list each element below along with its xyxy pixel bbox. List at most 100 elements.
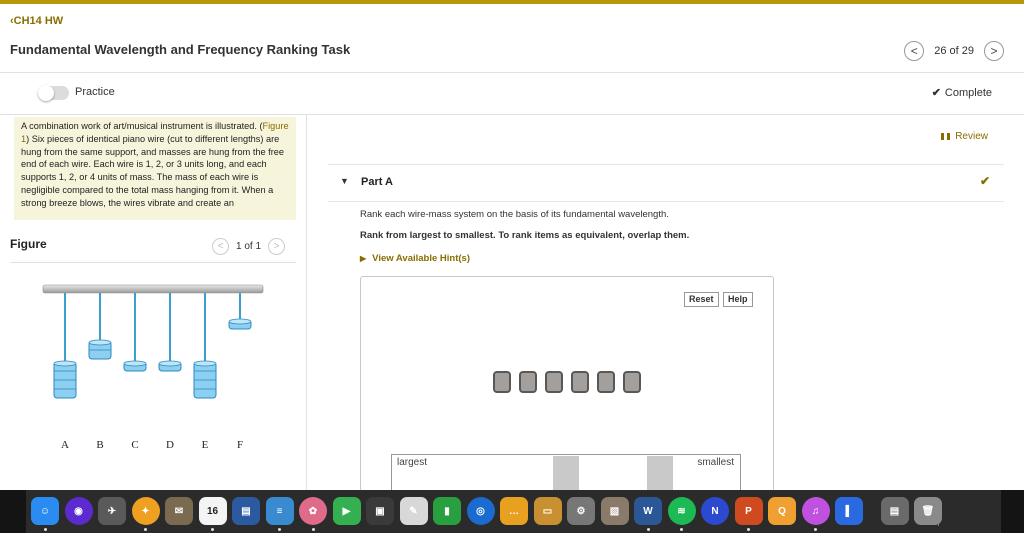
launchpad-dock-icon[interactable]: ✈ [98,497,126,525]
ranking-drop-zone[interactable]: largest smallest [391,454,741,494]
wire-label-D: D [166,439,174,451]
caret-right-icon: ▶ [360,254,367,263]
largest-label: largest [397,457,428,468]
chevron-right-icon: > [990,44,998,58]
running-indicator [211,528,214,531]
help-button[interactable]: Help [723,292,753,307]
item-position: 26 of 29 [934,45,974,57]
mass-stack-F [228,318,252,330]
keynote-dock-icon[interactable]: ▭ [533,497,562,525]
wire-label-F: F [237,439,243,451]
quicktime-dock-icon[interactable]: Q [768,497,796,525]
wire-label-B: B [96,439,103,451]
draggable-rank-tile[interactable] [493,371,511,393]
problem-intro: A combination work of art/musical instru… [14,117,296,220]
finder-dock-icon[interactable]: ☺ [31,497,59,525]
complete-label: Complete [944,87,992,99]
mail-dock-icon[interactable]: ✉ [165,497,193,525]
siri-dock-icon[interactable]: ◉ [64,497,93,525]
draggable-rank-tile[interactable] [597,371,615,393]
view-hints-link[interactable]: ▶ View Available Hint(s) [360,253,470,264]
back-to-assignment-link[interactable]: ‹CH14 HW [10,15,63,27]
chevron-left-icon: < [910,44,918,58]
complete-status: ✔ Complete [932,86,992,99]
toggle-knob [38,85,54,101]
next-figure-button[interactable]: > [268,238,286,255]
running-indicator [144,528,147,531]
running-indicator [646,528,650,531]
mass-stack-C [123,360,147,372]
back-link-label: CH14 HW [13,15,64,27]
safari-dock-icon[interactable]: ✦ [131,497,160,525]
wire-label-E: E [202,439,209,451]
photos-dock-icon[interactable]: ✿ [299,497,327,525]
review-link[interactable]: Review [941,131,988,142]
running-indicator [43,528,47,531]
draggable-rank-tile[interactable] [519,371,537,393]
macos-dock: ☺ ◉ ✈ ✦ ✉ 16 ▤ ≡ ✿ ▶ ▣ ✎ ▮ ◎… ▭ ⚙ ▧ W ≋ N P Q ♫ ▌ ▤ 🗑 [0,490,1024,533]
mass-stack-D [158,360,182,372]
top-accent-line [0,0,1024,4]
running-indicator [747,528,750,531]
wire-label-A: A [61,439,69,451]
mass-stack-B [88,339,112,360]
part-a-label: Part A [361,176,393,188]
word-dock-icon[interactable]: W [634,497,662,525]
facetime-dock-icon[interactable]: ▶ [332,497,361,525]
drop-slot[interactable] [553,456,579,494]
chevron-left-icon: < [217,241,224,252]
next-item-button[interactable]: > [984,41,1004,61]
running-indicator [680,528,683,531]
chevron-right-icon: > [273,241,280,252]
drop-slot[interactable] [647,456,673,494]
pause-icon [941,132,951,140]
noteshelf-dock-icon[interactable]: N [701,497,729,525]
draggable-rank-tile[interactable] [545,371,563,393]
powerpoint-dock-icon[interactable]: P [734,497,763,525]
running-indicator [278,528,281,531]
ranking-workspace: Reset Help largest smallest [360,276,774,494]
draggable-rank-tile[interactable] [623,371,641,393]
preview-dock-icon[interactable]: ▧ [600,497,629,525]
mass-stack-E [193,360,217,399]
notebook-dock-icon[interactable]: ▤ [232,497,260,525]
dictionary-dock-icon[interactable]: ◎ [466,497,495,525]
mode-bar-divider [0,114,1024,115]
system-preferences-dock-icon[interactable]: ⚙ [567,497,595,525]
hints-label: View Available Hint(s) [372,253,470,264]
trash-dock-icon[interactable]: 🗑 [914,497,942,525]
previous-figure-button[interactable]: < [212,238,229,255]
figure-pager: < 1 of 1 > [212,238,286,255]
notes-dock-icon[interactable]: ≡ [265,497,294,525]
printer-dock-icon[interactable]: ▤ [880,497,909,525]
smallest-label: smallest [697,457,734,468]
previous-item-button[interactable]: < [904,41,925,61]
wire-label-C: C [131,439,138,451]
practice-label: Practice [75,86,115,98]
running-indicator [814,528,817,531]
item-pager: < 26 of 29 > [904,41,1004,61]
calendar-dock-icon[interactable]: 16 [198,497,227,525]
messages-dock-icon[interactable]: … [500,497,528,525]
photo-booth-dock-icon[interactable]: ▣ [366,497,394,525]
caret-down-icon: ▼ [340,176,349,186]
figure-divider [10,262,296,263]
pane-divider [306,115,307,490]
intro-text-start: A combination work of art/musical instru… [21,121,263,131]
ranking-tiles [493,371,641,393]
onenote-blue-dock-icon[interactable]: ▌ [835,497,863,525]
figure-heading: Figure [10,237,47,251]
draggable-rank-tile[interactable] [571,371,589,393]
running-indicator [311,528,315,531]
checkmark-icon: ✔ [979,174,990,188]
header-divider [0,72,1024,73]
spotify-dock-icon[interactable]: ≋ [667,497,696,525]
numbers-dock-icon[interactable]: ▮ [433,497,461,525]
itunes-dock-icon[interactable]: ♫ [801,497,830,525]
part-a-question: Rank each wire-mass system on the basis … [360,209,669,220]
reset-button[interactable]: Reset [684,292,719,307]
practice-toggle[interactable] [38,85,69,101]
script-editor-dock-icon[interactable]: ✎ [399,497,428,525]
review-label: Review [955,131,988,142]
part-a-header[interactable]: ▼ Part A ✔ [328,164,1004,202]
